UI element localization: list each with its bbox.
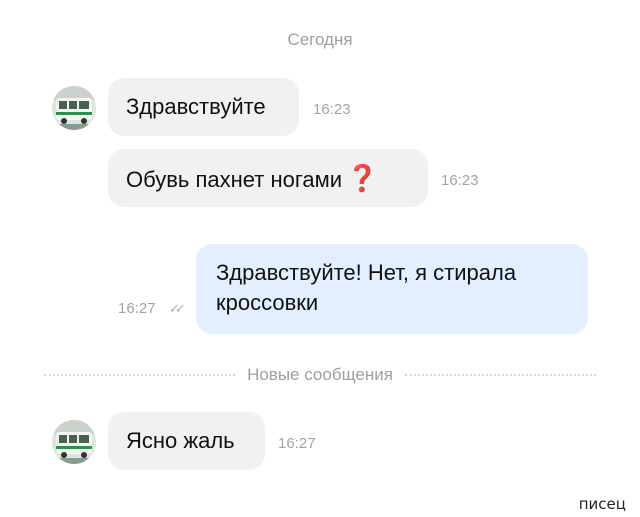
message-text: Ясно жаль [126,428,235,453]
double-check-icon: ✓✓ [169,301,186,316]
message-bubble-incoming[interactable]: Обувь пахнет ногами ❓ [108,149,428,207]
message-time: 16:27 [278,435,316,452]
message-bubble-outgoing[interactable]: Здравствуйте! Нет, я стирала кроссовки [196,244,588,334]
sender-avatar[interactable] [52,420,96,464]
date-separator: Сегодня [287,30,353,49]
message-time: 16:23 [441,172,479,189]
bus-icon [52,86,96,130]
divider-line-left [44,374,236,376]
message-text-line2: кроссовки [216,290,319,315]
divider-line-right [404,374,596,376]
chat-window: Сегодня Здравствуйте 16:23 Обувь пахнет … [0,0,640,517]
message-bubble-incoming[interactable]: Здравствуйте [108,78,299,136]
message-bubble-incoming[interactable]: Ясно жаль [108,412,265,470]
message-time: 16:27 [118,300,156,317]
message-text: Обувь пахнет ногами [126,167,343,192]
question-mark-emoji: ❓ [346,163,379,193]
message-text-line1: Здравствуйте! Нет, я стирала [216,260,517,285]
new-messages-label: Новые сообщения [247,365,393,384]
message-time: 16:23 [313,101,351,118]
watermark: писец [578,495,626,513]
sender-avatar[interactable] [52,86,96,130]
message-text-wrap: Обувь пахнет ногами ❓ [126,163,410,195]
bus-icon [52,420,96,464]
new-messages-divider: Новые сообщения [44,364,596,386]
message-text: Здравствуйте [126,94,266,119]
